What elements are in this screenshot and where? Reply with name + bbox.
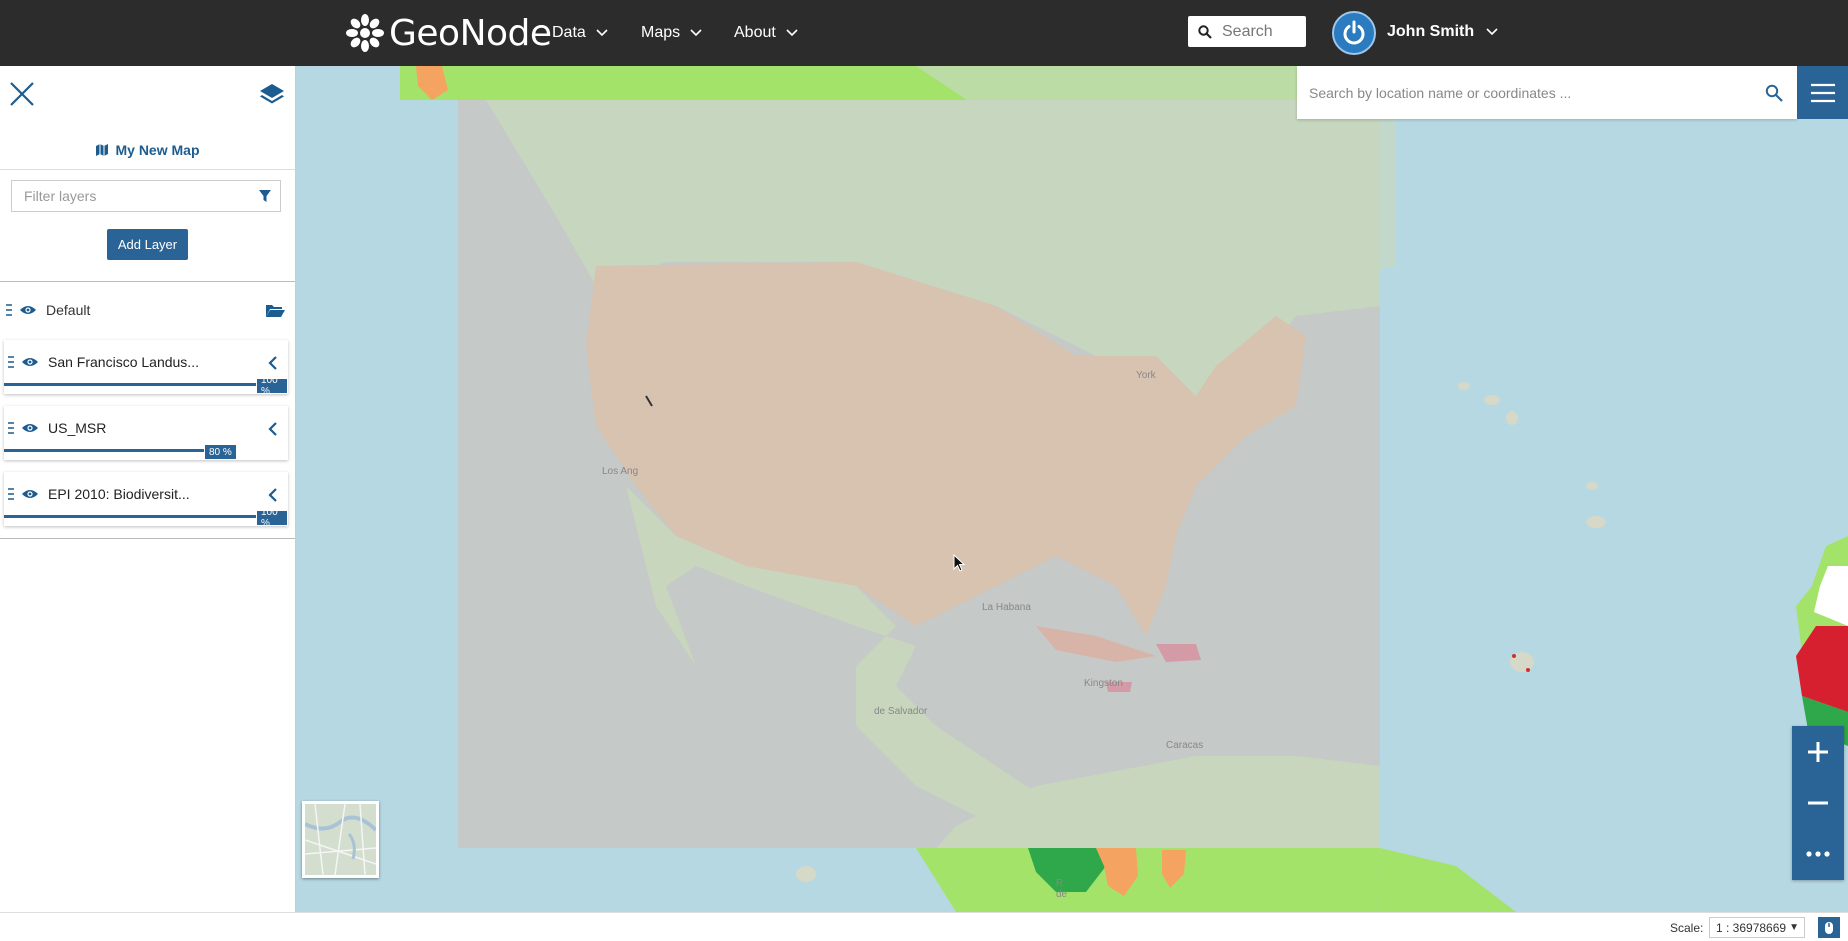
map-label-san-salvador: de Salvador [874, 706, 928, 717]
layer-item[interactable]: San Francisco Landus... 100 % [0, 338, 295, 404]
visibility-eye-icon[interactable] [19, 304, 37, 316]
layer-name: San Francisco Landus... [48, 354, 199, 370]
opacity-slider-track[interactable] [4, 515, 280, 518]
layer-group-default[interactable]: Default [0, 282, 295, 338]
map-canvas[interactable]: York Los Ang La Habana Kingston de Salva… [296, 66, 1848, 912]
drag-handle-icon[interactable] [8, 487, 14, 501]
drag-handle-icon[interactable] [8, 421, 14, 435]
minus-icon [1808, 801, 1828, 804]
opacity-slider-handle[interactable]: 80 % [204, 444, 237, 460]
geonode-logo-icon [346, 14, 384, 52]
brand-name: GeoNode [389, 12, 552, 54]
menu-button[interactable] [1797, 66, 1848, 119]
chevron-left-icon[interactable] [268, 488, 278, 502]
zoom-out-button[interactable] [1792, 777, 1844, 828]
more-options-icon [1806, 850, 1830, 857]
scale-select[interactable]: 1 : 36978669 ▼ [1709, 917, 1805, 938]
folder-open-icon[interactable] [265, 302, 285, 318]
opacity-slider-track[interactable] [4, 383, 280, 386]
map-label-kingston: Kingston [1084, 678, 1123, 689]
filter-row [0, 170, 295, 222]
chevron-left-icon[interactable] [268, 356, 278, 370]
basemap-thumbnail [305, 804, 376, 875]
chevron-left-icon[interactable] [268, 422, 278, 436]
power-icon [1343, 20, 1365, 45]
map-label-rio: R de [1056, 878, 1068, 900]
nav-about-label: About [734, 24, 776, 41]
user-name-label: John Smith [1387, 22, 1475, 40]
user-menu[interactable]: John Smith [1387, 0, 1498, 63]
chevron-down-icon [786, 29, 798, 37]
layer-name: US_MSR [48, 420, 107, 436]
add-layer-button[interactable]: Add Layer [106, 229, 189, 260]
nav-maps-menu[interactable]: Maps [641, 0, 702, 66]
user-avatar[interactable] [1332, 11, 1376, 55]
scale-value: 1 : 36978669 [1716, 920, 1787, 935]
zoom-in-button[interactable] [1792, 726, 1844, 777]
map-label-york: York [1136, 370, 1156, 381]
plus-icon [1808, 741, 1828, 762]
layers-icon[interactable] [258, 80, 286, 108]
drag-handle-icon[interactable] [8, 355, 14, 369]
map-label-caracas: Caracas [1166, 740, 1204, 751]
visibility-eye-icon[interactable] [21, 356, 39, 368]
global-search-placeholder: Search [1222, 22, 1273, 40]
mouse-icon [1825, 921, 1833, 934]
more-tools-button[interactable] [1792, 828, 1844, 879]
map-icon [96, 143, 109, 156]
search-icon [1198, 24, 1212, 39]
chevron-down-icon [1486, 27, 1498, 35]
layer-item[interactable]: US_MSR 80 % [0, 404, 295, 470]
chevron-down-icon [596, 29, 608, 37]
nav-data-menu[interactable]: Data [552, 0, 608, 66]
map-title-text: My New Map [115, 141, 200, 158]
map-footer: Scale: 1 : 36978669 ▼ [0, 912, 1848, 941]
search-icon[interactable] [1765, 84, 1783, 102]
opacity-slider-track[interactable] [4, 449, 210, 452]
chevron-down-icon [690, 29, 702, 37]
layers-panel: My New Map Add Layer Default San Francis… [0, 66, 296, 912]
filter-icon[interactable] [258, 189, 272, 203]
panel-header [0, 66, 295, 130]
map-label-los-angeles: Los Ang [602, 466, 639, 477]
filter-layers-input[interactable] [24, 188, 244, 204]
mouse-cursor-icon [953, 554, 965, 572]
layer-item[interactable]: EPI 2010: Biodiversit... 100 % [0, 470, 295, 536]
nav-maps-label: Maps [641, 24, 681, 41]
nav-data-label: Data [552, 24, 586, 41]
opacity-slider-handle[interactable]: 100 % [256, 507, 288, 529]
mouse-position-button[interactable] [1818, 917, 1840, 938]
visibility-eye-icon[interactable] [21, 488, 39, 500]
filter-layers-box [11, 180, 281, 212]
nav-about-menu[interactable]: About [734, 0, 798, 66]
group-name: Default [46, 302, 91, 318]
map-title: My New Map [0, 130, 295, 170]
background-switcher-thumbnail[interactable] [302, 801, 379, 878]
global-search-input[interactable]: Search [1188, 16, 1306, 47]
hamburger-menu-icon [1810, 83, 1835, 102]
drag-handle-icon[interactable] [6, 303, 12, 317]
map-label-la-habana: La Habana [982, 602, 1031, 613]
top-navbar: GeoNode Data Maps About Search John Smit… [0, 0, 1848, 66]
brand[interactable]: GeoNode [345, 8, 552, 58]
location-search-bar [1297, 66, 1797, 119]
layer-name: EPI 2010: Biodiversit... [48, 486, 190, 502]
location-search-input[interactable] [1309, 84, 1749, 101]
opacity-slider-handle[interactable]: 100 % [256, 375, 288, 397]
close-icon[interactable] [8, 80, 36, 108]
visibility-eye-icon[interactable] [21, 422, 39, 434]
add-layer-row: Add Layer [0, 222, 295, 282]
scale-label: Scale: [1670, 921, 1704, 935]
map-tiles [400, 66, 1848, 912]
zoom-controls [1792, 726, 1844, 880]
caret-down-icon: ▼ [1789, 922, 1799, 933]
layers-list-end [0, 538, 295, 539]
